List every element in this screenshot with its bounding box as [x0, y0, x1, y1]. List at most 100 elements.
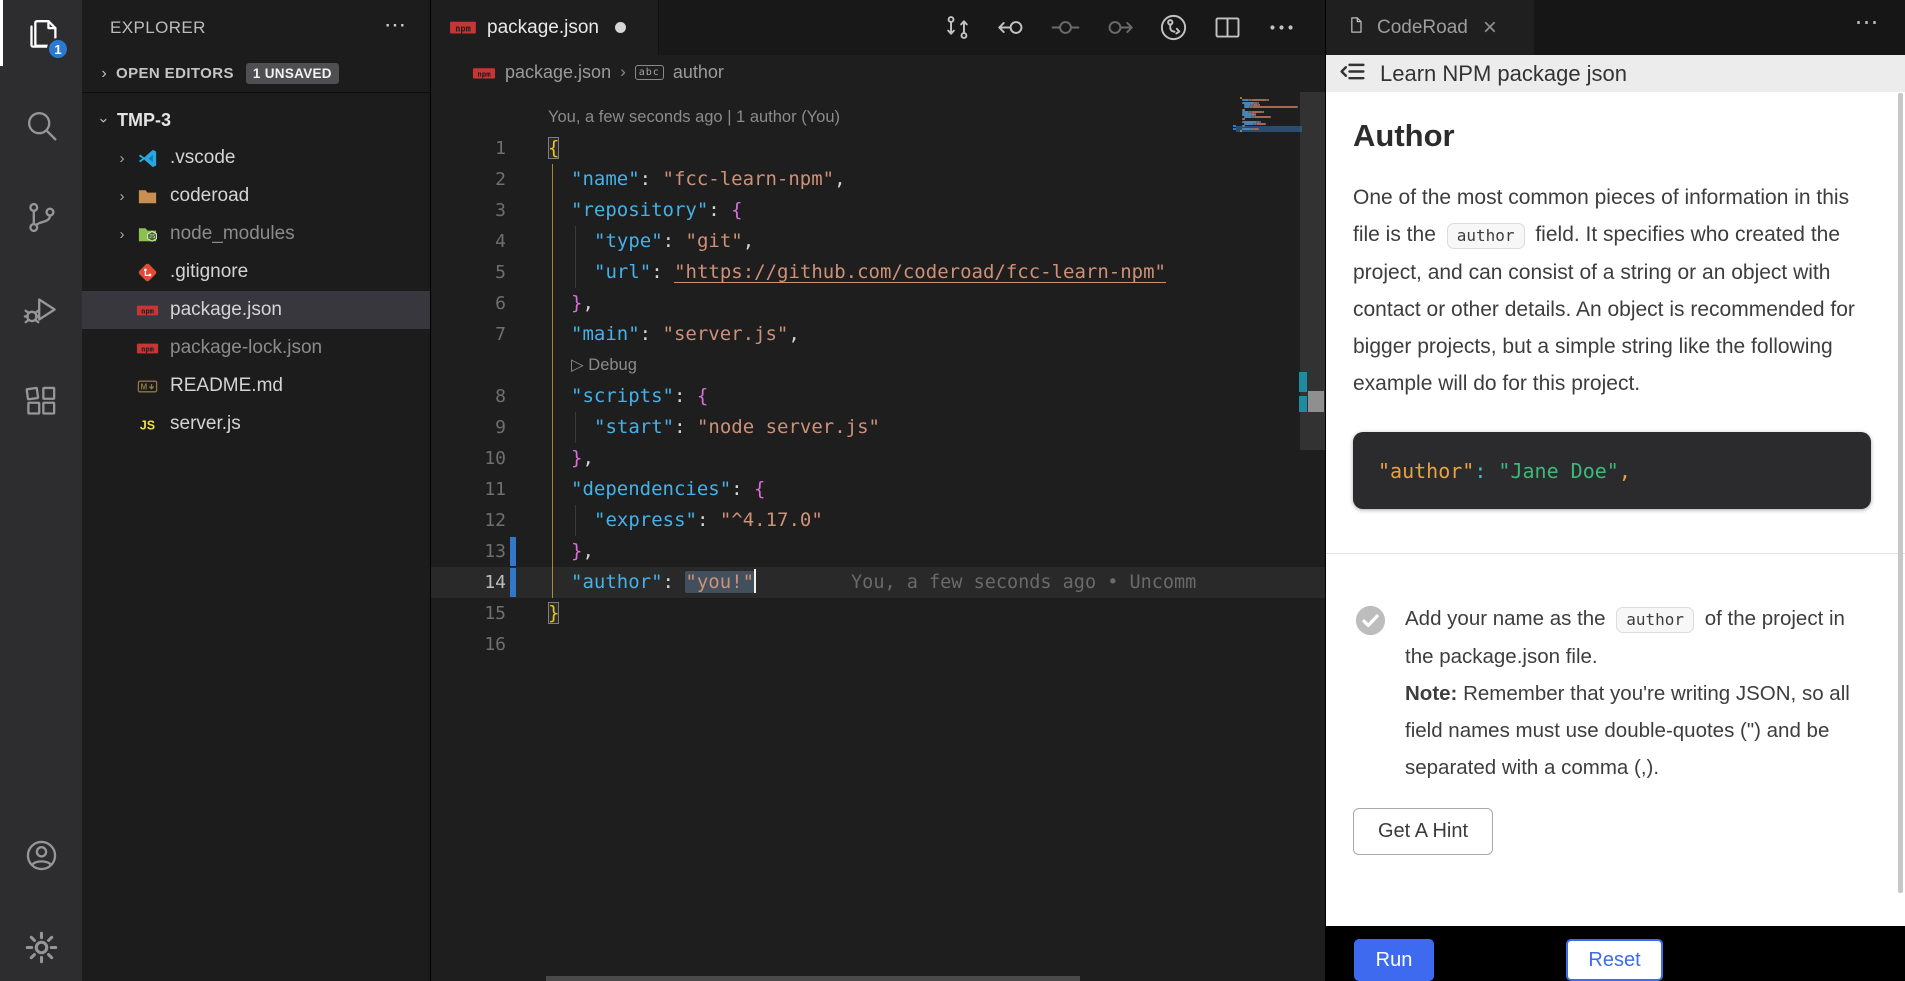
- close-icon[interactable]: ×: [1483, 16, 1497, 40]
- webview-scrollbar[interactable]: [1898, 93, 1903, 893]
- tree-item-coderoad[interactable]: ›coderoad: [82, 177, 430, 215]
- explorer-sidebar: EXPLORER ⋯ › OPEN EDITORS 1 UNSAVED › TM…: [82, 0, 430, 981]
- code-lens-label[interactable]: You, a few seconds ago | 1 author (You): [431, 102, 1325, 133]
- tab-package-json[interactable]: npm package.json: [431, 0, 659, 55]
- code-token: ,: [834, 168, 845, 190]
- breadcrumb-symbol[interactable]: author: [673, 62, 724, 83]
- tree-item-label: package.json: [170, 299, 282, 321]
- line-number: 2: [431, 164, 506, 195]
- activity-item-explorer[interactable]: 1: [0, 0, 82, 82]
- sidebar-more-actions-icon[interactable]: ⋯: [384, 12, 408, 38]
- code-line[interactable]: 7"main": "server.js",: [431, 319, 1325, 350]
- open-changes-icon[interactable]: [1158, 12, 1189, 43]
- code-line[interactable]: 10},: [431, 443, 1325, 474]
- code-editor[interactable]: You, a few seconds ago | 1 author (You)1…: [431, 89, 1325, 981]
- coderoad-tab-bar: CodeRoad × ⋯: [1326, 0, 1905, 55]
- url-link[interactable]: "https://github.com/coderoad/fcc-learn-n…: [674, 261, 1166, 283]
- current-change-icon[interactable]: [1050, 12, 1081, 43]
- divider: [1326, 553, 1905, 554]
- check-icon: [1353, 603, 1388, 786]
- code-line[interactable]: 16: [431, 629, 1325, 660]
- code-text: "url": "https://github.com/coderoad/fcc-…: [431, 257, 1325, 288]
- code-line[interactable]: 9"start": "node server.js": [431, 412, 1325, 443]
- tree-item--gitignore[interactable]: .gitignore: [82, 253, 430, 291]
- editor-group: npm package.json npm package.json › abc …: [430, 0, 1325, 981]
- code-line[interactable]: 13},: [431, 536, 1325, 567]
- tree-item-node-modules[interactable]: ›JSnode_modules: [82, 215, 430, 253]
- editor-toolbar: [942, 12, 1297, 43]
- code-token: :: [640, 168, 663, 190]
- tree-item-package-json[interactable]: npmpackage.json: [82, 291, 430, 329]
- code-text: }: [431, 598, 1325, 629]
- line-number: 5: [431, 257, 506, 288]
- unsaved-dot-icon[interactable]: [615, 22, 626, 33]
- code-token: "main": [571, 323, 640, 345]
- code-line[interactable]: 6},: [431, 288, 1325, 319]
- code-token: }: [548, 602, 559, 624]
- breadcrumb-file[interactable]: package.json: [505, 62, 611, 83]
- activity-bar-bottom: [0, 812, 82, 981]
- code-token: "Jane Doe": [1498, 459, 1618, 483]
- panel-more-actions-icon[interactable]: ⋯: [1855, 8, 1882, 37]
- js-icon: JS: [136, 413, 159, 436]
- activity-item-search[interactable]: [0, 82, 82, 174]
- open-editors-section[interactable]: › OPEN EDITORS 1 UNSAVED: [82, 55, 430, 93]
- activity-item-settings[interactable]: [0, 904, 82, 981]
- tree-root-tmp-3[interactable]: › TMP-3: [82, 101, 430, 139]
- vscode-window: 1 EXPLORER ⋯ › OPEN EDITORS 1 UNSAVED › …: [0, 0, 1905, 981]
- inline-blame: You, a few seconds ago • Uncomm: [851, 572, 1196, 593]
- activity-item-source-control[interactable]: [0, 174, 82, 266]
- code-lens-label[interactable]: ▷ Debug: [431, 350, 1325, 381]
- tree-item-package-lock-json[interactable]: npmpackage-lock.json: [82, 329, 430, 367]
- unsaved-badge: 1 UNSAVED: [246, 63, 339, 84]
- code-token: :: [731, 478, 754, 500]
- run-debug-icon: [23, 291, 60, 333]
- code-line[interactable]: 12"express": "^4.17.0": [431, 505, 1325, 536]
- code-token: {: [548, 137, 559, 159]
- line-number: 9: [431, 412, 506, 443]
- run-button[interactable]: Run: [1354, 939, 1434, 981]
- code-line[interactable]: 2"name": "fcc-learn-npm",: [431, 164, 1325, 195]
- code-line[interactable]: 3"repository": {: [431, 195, 1325, 226]
- code-lens[interactable]: ▷ Debug: [431, 350, 1325, 381]
- next-change-icon[interactable]: [1104, 12, 1135, 43]
- horizontal-scrollbar[interactable]: [546, 976, 1080, 981]
- code-text: "name": "fcc-learn-npm",: [431, 164, 1325, 195]
- previous-change-icon[interactable]: [996, 12, 1027, 43]
- code-line[interactable]: 5"url": "https://github.com/coderoad/fcc…: [431, 257, 1325, 288]
- code-line[interactable]: 14"author": "you!"You, a few seconds ago…: [431, 567, 1325, 598]
- tab-label: package.json: [487, 17, 599, 39]
- code-lens[interactable]: You, a few seconds ago | 1 author (You): [431, 102, 1325, 133]
- get-hint-button[interactable]: Get A Hint: [1353, 808, 1493, 855]
- tree-item--vscode[interactable]: ›.vscode: [82, 139, 430, 177]
- code-line[interactable]: 15}: [431, 598, 1325, 629]
- code-line[interactable]: 11"dependencies": {: [431, 474, 1325, 505]
- code-line[interactable]: 1{: [431, 133, 1325, 164]
- tab-coderoad[interactable]: CodeRoad ×: [1326, 0, 1534, 55]
- more-actions-icon[interactable]: [1266, 12, 1297, 43]
- tree-item-server-js[interactable]: JSserver.js: [82, 405, 430, 443]
- code-token: "author": [571, 571, 663, 593]
- chevron-right-icon: ›: [112, 226, 132, 243]
- code-token: :: [640, 323, 663, 345]
- tree-item-readme-md[interactable]: MREADME.md: [82, 367, 430, 405]
- line-number: 3: [431, 195, 506, 226]
- compare-changes-icon[interactable]: [942, 12, 973, 43]
- line-number: 11: [431, 474, 506, 505]
- activity-item-extensions[interactable]: [0, 358, 82, 450]
- activity-item-account[interactable]: [0, 812, 82, 904]
- code-line[interactable]: 4"type": "git",: [431, 226, 1325, 257]
- code-token: :: [651, 261, 674, 283]
- split-editor-icon[interactable]: [1212, 12, 1243, 43]
- reset-button[interactable]: Reset: [1566, 939, 1663, 981]
- lessons-menu-icon[interactable]: [1338, 57, 1367, 91]
- tree-item-label: package-lock.json: [170, 337, 322, 359]
- code-line[interactable]: 8"scripts": {: [431, 381, 1325, 412]
- npm-icon: npm: [472, 65, 496, 80]
- minimap-line: [1243, 118, 1245, 120]
- code-token: "type": [594, 230, 663, 252]
- minimap[interactable]: [1238, 97, 1300, 227]
- code-token: {: [697, 385, 708, 407]
- code-token: :: [674, 385, 697, 407]
- activity-item-run-debug[interactable]: [0, 266, 82, 358]
